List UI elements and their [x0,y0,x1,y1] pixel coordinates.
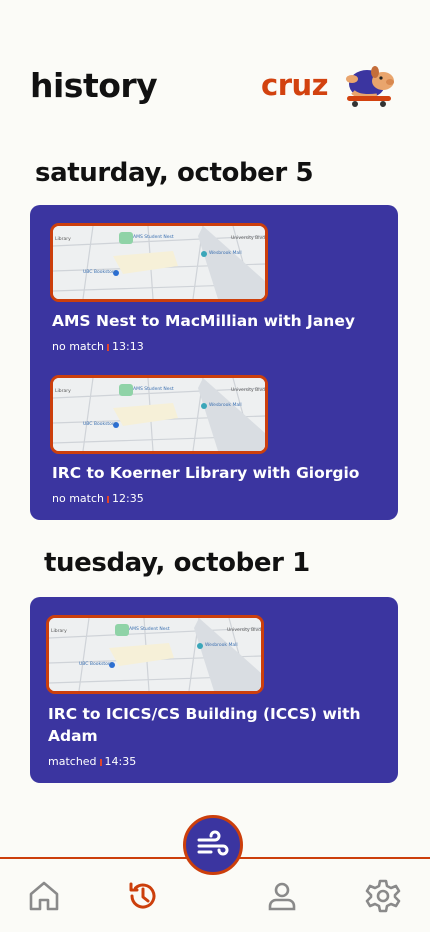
match-status: no match [52,492,104,505]
match-status: no match [52,340,104,353]
map-label-b: Wesbrook Mall [209,403,242,408]
map-label-a: AMS Student Nest [129,627,170,632]
settings-icon [365,879,401,913]
map-label-b: Wesbrook Mall [205,643,238,648]
trip-meta: no match 12:35 [52,492,144,505]
map-label-c: UBC Bookstore [83,422,117,427]
page-title: history [30,66,158,105]
trip-meta: no match 13:13 [52,340,144,353]
ride-fab-button[interactable] [183,815,243,875]
nav-home[interactable] [26,878,62,914]
wind-icon [197,830,229,856]
nav-settings[interactable] [365,878,401,914]
trip-time: 12:35 [112,492,144,505]
trip-item[interactable]: AMS Student Nest Wesbrook Mall UBC Books… [30,597,398,783]
profile-icon [268,882,296,911]
route-map-thumbnail[interactable]: AMS Student Nest Wesbrook Mall UBC Books… [46,615,264,694]
map-label-e: Library [55,237,71,242]
day-card: AMS Student Nest Wesbrook Mall UBC Books… [30,597,398,783]
separator-dot [107,495,109,503]
map-label-c: UBC Bookstore [79,662,113,667]
mascot-icon [346,66,394,107]
map-label-c: UBC Bookstore [83,270,117,275]
route-map-thumbnail[interactable]: AMS Student Nest Wesbrook Mall UBC Books… [50,375,268,454]
map-label-a: AMS Student Nest [133,387,174,392]
separator-dot [107,343,109,351]
trip-time: 13:13 [112,340,144,353]
map-label-d: University Blvd [231,388,265,393]
day-card: AMS Student Nest Wesbrook Mall UBC Books… [30,205,398,520]
map-label-b: Wesbrook Mall [209,251,242,256]
nav-profile[interactable] [264,878,300,914]
trip-title: IRC to Koerner Library with Giorgio [52,464,360,482]
map-label-d: University Blvd [227,628,261,633]
map-label-d: University Blvd [231,236,265,241]
trip-item[interactable]: AMS Student Nest Wesbrook Mall UBC Books… [30,205,398,355]
day-heading: tuesday, october 1 [44,548,310,578]
match-status: matched [48,755,97,768]
trip-meta: matched 14:35 [48,755,136,768]
history-icon [129,882,156,909]
trip-title: IRC to ICICS/CS Building (ICCS) with Ada… [48,705,361,745]
map-label-e: Library [51,629,67,634]
trip-title: AMS Nest to MacMillian with Janey [52,312,355,330]
header: history cruz [0,0,430,140]
trip-item[interactable]: AMS Student Nest Wesbrook Mall UBC Books… [30,357,398,507]
map-label-a: AMS Student Nest [133,235,174,240]
separator-dot [99,758,102,766]
route-map-thumbnail[interactable]: AMS Student Nest Wesbrook Mall UBC Books… [50,223,268,302]
trip-time: 14:35 [104,755,137,768]
day-heading: saturday, october 5 [35,158,314,188]
home-icon [29,881,59,911]
brand-logo-text: cruz [261,68,329,102]
nav-history[interactable] [125,878,161,914]
map-label-e: Library [55,389,71,394]
